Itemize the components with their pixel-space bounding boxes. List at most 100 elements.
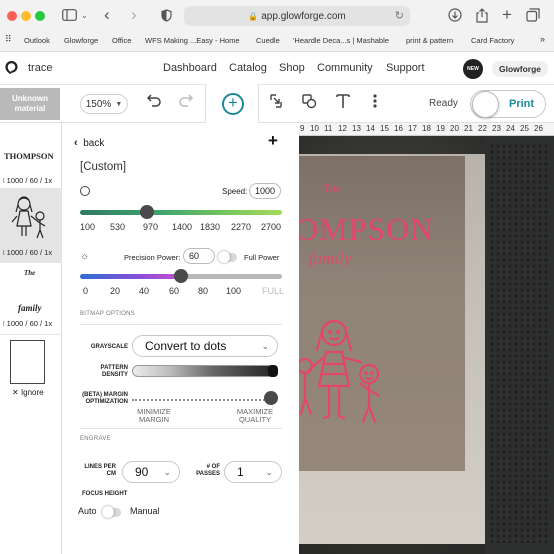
zoom-select[interactable]: 150% ▼ [80, 94, 128, 114]
engrave-text-family[interactable]: family [309, 249, 352, 269]
text-tool-icon[interactable] [336, 93, 350, 113]
margin-optimization-track[interactable] [132, 399, 272, 401]
family-drawing-artwork[interactable] [299, 318, 389, 428]
power-ticks: 0 20 40 60 80 100 FULL [80, 286, 286, 298]
bed-canvas[interactable]: The OMPSON family 9 10 11 12 13 14 15 16… [299, 123, 554, 554]
full-power-toggle[interactable] [218, 251, 237, 263]
bookmark-print-pattern[interactable]: print & pattern [406, 36, 453, 45]
engrave-text-name[interactable]: OMPSON [299, 211, 434, 248]
trace-icon[interactable] [268, 93, 284, 113]
undo-icon[interactable] [146, 93, 162, 111]
close-window-button[interactable] [7, 11, 17, 21]
bookmark-card-factory[interactable]: Card Factory [471, 36, 514, 45]
shield-icon[interactable] [161, 6, 172, 24]
fullscreen-window-button[interactable] [35, 11, 45, 21]
print-button[interactable]: Print [470, 90, 546, 118]
download-icon[interactable] [448, 6, 462, 24]
honeycomb-pattern [489, 143, 549, 543]
pattern-density-knob[interactable] [268, 365, 278, 377]
power-tick: 20 [110, 286, 121, 296]
more-bookmarks-icon[interactable]: » [540, 34, 545, 44]
focus-height-toggle[interactable] [102, 506, 121, 518]
add-setting-button[interactable]: + [268, 131, 278, 151]
engrave-text-the[interactable]: The [323, 181, 341, 196]
ruler-mark: 12 [338, 124, 347, 133]
thumb-title: THOMPSON [4, 151, 54, 161]
bookmark-outlook[interactable]: Outlook [24, 36, 50, 45]
bookmark-cuedle[interactable]: Cuedle [256, 36, 280, 45]
ruler-mark: 19 [436, 124, 445, 133]
design-title[interactable]: trace [28, 62, 52, 74]
margin-optimization-knob[interactable] [264, 391, 278, 405]
artwork-thumb-blank[interactable] [10, 340, 45, 384]
bookmark-wfs[interactable]: WFS Making ...Easy - Home [145, 36, 240, 45]
reload-icon[interactable]: ↻ [395, 9, 404, 22]
speedometer-icon [80, 186, 90, 196]
lock-icon: 🔒 [248, 11, 259, 21]
precision-power-input[interactable]: 60 [183, 248, 215, 264]
ignore-text: Ignore [20, 388, 44, 397]
speed-slider-track[interactable] [80, 210, 282, 215]
passes-select[interactable]: 1 ⌄ [224, 461, 282, 483]
tab-overview-icon[interactable] [526, 6, 540, 24]
back-arrow-icon[interactable]: ‹ [104, 5, 110, 24]
nav-shop[interactable]: Shop [279, 62, 305, 74]
more-options-icon[interactable] [372, 93, 378, 113]
material-button[interactable]: Unknown material [0, 88, 60, 120]
chevron-down-icon: ▼ [115, 100, 123, 108]
address-bar[interactable]: 🔒 app.glowforge.com ↻ [184, 6, 410, 26]
nav-support[interactable]: Support [386, 62, 425, 74]
nav-catalog[interactable]: Catalog [229, 62, 267, 74]
pattern-density-slider[interactable] [132, 365, 278, 377]
speed-ticks: 100 530 970 1400 1830 2270 2700 [80, 222, 286, 234]
lines-per-cm-select[interactable]: 90 ⌄ [122, 461, 180, 483]
forward-arrow-icon[interactable]: › [131, 5, 137, 24]
back-button[interactable]: ‹ back [74, 137, 104, 149]
new-badge[interactable]: NEW [463, 59, 483, 79]
ruler-mark: 15 [380, 124, 389, 133]
plus-circle-icon: + [222, 93, 244, 115]
speed-input[interactable]: 1000 [249, 183, 281, 199]
focus-manual-label[interactable]: Manual [130, 506, 160, 516]
minimize-window-button[interactable] [21, 11, 31, 21]
chevron-down-icon[interactable]: ⌄ [81, 6, 88, 24]
artwork-thumb-thompson[interactable]: THOMPSON ⧘ 1000 / 60 / 1x [0, 123, 62, 189]
speed-tick: 970 [143, 222, 159, 232]
back-label: back [83, 138, 105, 149]
ruler-mark: 22 [478, 124, 487, 133]
ignore-label[interactable]: ✕ Ignore [12, 388, 44, 397]
sidebar-toggle-icon[interactable] [60, 6, 78, 24]
shapes-icon[interactable] [301, 93, 317, 113]
new-tab-icon[interactable]: + [502, 5, 512, 24]
nav-community[interactable]: Community [317, 62, 373, 74]
thumb-meta-text: 1000 / 60 / 1x [6, 176, 53, 185]
bookmark-office[interactable]: Office [112, 36, 131, 45]
bitmap-options-heading: BITMAP OPTIONS [80, 311, 136, 317]
editor-toolbar: Unknown material 150% ▼ + Ready Print [0, 84, 554, 124]
bookmark-heardle[interactable]: 'Heardle Deca...s | Mashable [293, 36, 389, 45]
ruler-mark: 24 [506, 124, 515, 133]
minimize-margin-label: MINIMIZE MARGIN [137, 407, 171, 424]
add-artwork-button[interactable]: + [205, 84, 259, 124]
url-text: app.glowforge.com [261, 10, 346, 22]
bookmark-glowforge[interactable]: Glowforge [64, 36, 98, 45]
account-menu-button[interactable]: Glowforge [492, 61, 548, 77]
thumb-title-family: family [18, 303, 42, 313]
divider [80, 428, 282, 429]
speed-slider-knob[interactable] [139, 205, 154, 219]
ruler-mark: 10 [310, 124, 319, 133]
redo-icon[interactable] [178, 93, 194, 111]
speed-tick: 530 [110, 222, 126, 232]
glowforge-logo-icon[interactable] [4, 60, 19, 75]
grid-icon[interactable]: ⠿ [5, 34, 12, 45]
ruler-mark: 18 [422, 124, 431, 133]
share-icon[interactable] [476, 6, 488, 24]
ruler-mark: 9 [300, 124, 305, 133]
grayscale-select[interactable]: Convert to dots ⌄ [132, 335, 278, 357]
nav-dashboard[interactable]: Dashboard [163, 62, 217, 74]
focus-auto-label[interactable]: Auto [78, 506, 97, 516]
power-slider-knob[interactable] [174, 269, 188, 283]
artwork-thumb-drawing[interactable]: ⧘ 1000 / 60 / 1x [0, 189, 62, 263]
chevron-down-icon: ⌄ [261, 341, 269, 351]
artwork-thumb-family[interactable]: The family ⧘ 1000 / 60 / 1x [0, 263, 62, 335]
